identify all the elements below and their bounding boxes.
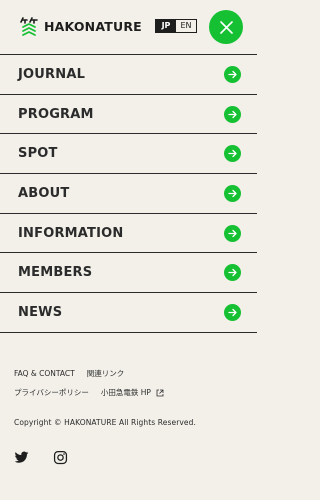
privacy-policy-link[interactable]: プライバシーポリシー bbox=[14, 387, 89, 398]
close-menu-button[interactable] bbox=[209, 10, 243, 44]
copyright-text: Copyright © HAKONATURE All Rights Reserv… bbox=[14, 418, 196, 427]
menu-item-label: PROGRAM bbox=[18, 106, 94, 122]
external-link-icon bbox=[156, 389, 164, 396]
logo[interactable]: HAKONATURE bbox=[19, 16, 142, 38]
footer-row: プライバシーポリシー 小田急電鉄 HP bbox=[14, 387, 176, 397]
header: HAKONATURE JP EN bbox=[0, 0, 257, 54]
odakyu-hp-link[interactable]: 小田急電鉄 HP bbox=[101, 387, 164, 398]
menu-item-label: MEMBERS bbox=[18, 265, 93, 281]
menu-item-label: ABOUT bbox=[18, 185, 70, 201]
menu-item-members[interactable]: MEMBERS bbox=[0, 253, 257, 294]
logo-text: HAKONATURE bbox=[44, 19, 142, 34]
social-links bbox=[14, 450, 92, 465]
menu-item-journal[interactable]: JOURNAL bbox=[0, 55, 257, 95]
lang-en-button[interactable]: EN bbox=[176, 20, 196, 32]
odakyu-hp-label: 小田急電鉄 HP bbox=[100, 387, 151, 397]
menu-item-label: INFORMATION bbox=[18, 225, 124, 241]
menu-item-news[interactable]: NEWS bbox=[0, 293, 257, 333]
menu-item-label: NEWS bbox=[18, 304, 63, 320]
arrow-right-icon[interactable] bbox=[224, 184, 241, 202]
twitter-icon[interactable] bbox=[14, 450, 29, 465]
arrow-right-icon[interactable] bbox=[224, 264, 241, 282]
logo-mark-icon bbox=[20, 17, 38, 36]
menu-item-information[interactable]: INFORMATION bbox=[0, 214, 257, 254]
arrow-right-icon[interactable] bbox=[224, 105, 241, 123]
lang-jp-button[interactable]: JP bbox=[156, 20, 176, 32]
main-menu: JOURNAL PROGRAM SPOT ABOUT INFORMATION M… bbox=[0, 54, 257, 333]
related-links-link[interactable]: 関連リンク bbox=[87, 368, 125, 379]
arrow-right-icon[interactable] bbox=[224, 224, 241, 242]
arrow-right-icon[interactable] bbox=[224, 65, 241, 83]
faq-contact-link[interactable]: FAQ & CONTACT bbox=[14, 369, 75, 378]
menu-item-spot[interactable]: SPOT bbox=[0, 134, 257, 175]
arrow-right-icon[interactable] bbox=[224, 303, 241, 321]
menu-screen: HAKONATURE JP EN JOURNAL PROGRAM SPOT AB… bbox=[0, 0, 257, 500]
instagram-icon[interactable] bbox=[53, 450, 68, 465]
footer-links: FAQ & CONTACT 関連リンク プライバシーポリシー 小田急電鉄 HP bbox=[14, 368, 176, 406]
footer-row: FAQ & CONTACT 関連リンク bbox=[14, 368, 176, 378]
menu-item-program[interactable]: PROGRAM bbox=[0, 95, 257, 135]
menu-item-label: SPOT bbox=[18, 146, 58, 162]
menu-item-about[interactable]: ABOUT bbox=[0, 174, 257, 214]
language-switcher: JP EN bbox=[155, 19, 197, 33]
menu-item-label: JOURNAL bbox=[18, 66, 86, 82]
arrow-right-icon[interactable] bbox=[224, 145, 241, 163]
close-icon bbox=[219, 20, 233, 34]
